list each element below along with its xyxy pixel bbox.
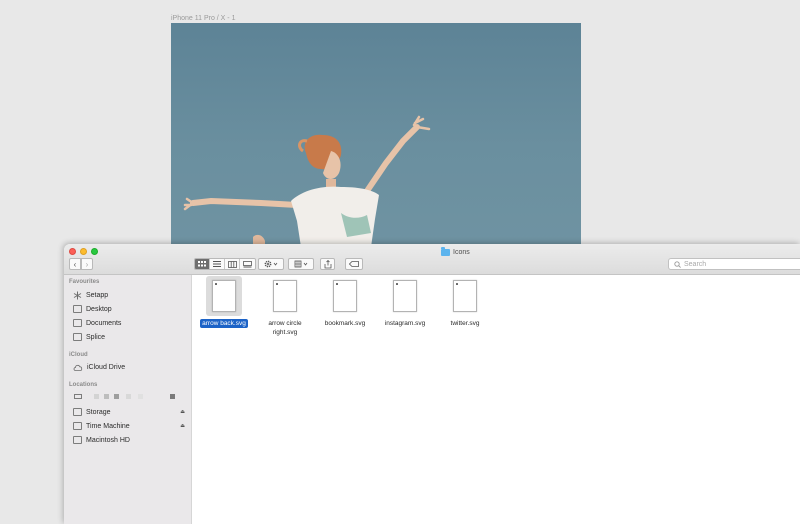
gallery-view-button[interactable] [240,259,255,269]
folder-icon [73,333,82,341]
sidebar-item-storage[interactable]: Storage ⏏ [73,406,188,418]
drive-icon [73,408,82,416]
view-mode-control[interactable] [194,258,256,270]
list-view-button[interactable] [210,259,225,269]
sidebar-item-splice[interactable]: Splice [73,331,188,343]
file-item[interactable]: arrow circle right.svg [255,276,315,337]
sidebar-item-label: Documents [86,319,122,327]
window-toolbar: Icons ‹ › Search [64,244,800,275]
file-item[interactable]: instagram.svg [375,276,435,328]
sidebar-item-label: iCloud Drive [87,363,126,371]
documents-folder-icon [73,319,82,327]
chevron-left-icon: ‹ [73,259,77,269]
sidebar-item-icloud-drive[interactable]: iCloud Drive [73,361,188,373]
folder-icon [441,247,450,256]
sidebar-item-label: Macintosh HD [86,436,130,444]
sidebar-heading-locations: Locations [69,382,98,388]
file-name: instagram.svg [384,320,426,327]
cloud-icon [73,364,83,371]
group-by-button[interactable] [288,258,314,270]
tags-button[interactable] [345,258,363,270]
dancer-photo [183,115,431,247]
sidebar-heading-favourites: Favourites [69,279,100,285]
search-icon [674,260,681,268]
sidebar-item-time-machine[interactable]: Time Machine ⏏ [73,420,188,432]
chevron-right-icon: › [85,259,89,269]
list-icon [213,261,221,267]
file-name: arrow circle right.svg [268,320,302,336]
sidebar-item-label: Splice [86,333,106,341]
minimize-button[interactable] [80,248,87,255]
drive-icon [73,422,82,430]
setapp-icon [73,291,82,299]
sidebar-item-documents[interactable]: Documents [73,317,188,329]
close-button[interactable] [69,248,76,255]
columns-icon [227,260,237,268]
forward-button[interactable]: › [81,258,93,270]
file-item[interactable]: bookmark.svg [315,276,375,328]
redacted-location[interactable] [74,393,184,401]
tag-icon [349,261,359,267]
artboard-photo[interactable] [171,23,581,247]
svg-file-icon [387,276,423,316]
grid-icon [198,261,206,267]
column-view-button[interactable] [225,259,240,269]
sidebar-item-desktop[interactable]: Desktop [73,303,188,315]
gallery-icon [243,260,252,267]
sidebar-item-label: Storage [86,408,111,416]
svg-file-icon [327,276,363,316]
finder-window[interactable]: Icons ‹ › Search Favourites Setapp Deskt… [64,244,800,524]
share-button[interactable] [320,258,335,270]
sidebar-item-label: Setapp [86,291,109,299]
artboard-label: iPhone 11 Pro / X - 1 [171,15,236,22]
svg-file-icon [267,276,303,316]
svg-file-icon [206,276,242,316]
file-item[interactable]: arrow back.svg [194,276,254,328]
sidebar: Favourites Setapp Desktop Documents Spli… [64,275,192,524]
sidebar-heading-icloud: iCloud [69,352,88,358]
zoom-button[interactable] [91,248,98,255]
sidebar-item-setapp[interactable]: Setapp [73,289,188,301]
eject-icon[interactable]: ⏏ [180,423,185,429]
file-name: twitter.svg [450,320,480,327]
search-placeholder: Search [684,260,707,268]
window-title: Icons [441,246,470,258]
back-button[interactable]: ‹ [69,258,81,270]
file-item[interactable]: twitter.svg [435,276,495,328]
file-browser-content[interactable]: arrow back.svg arrow circle right.svg bo… [193,275,800,524]
drive-icon [73,436,82,444]
sidebar-item-macintosh-hd[interactable]: Macintosh HD [73,434,188,446]
share-icon [324,259,331,268]
desktop-folder-icon [73,305,82,313]
action-menu-button[interactable] [258,258,284,270]
eject-icon[interactable]: ⏏ [180,409,185,415]
sidebar-item-label: Time Machine [86,422,130,430]
window-title-text: Icons [453,248,470,256]
icon-view-button[interactable] [195,259,210,269]
search-field[interactable]: Search [668,258,800,270]
sidebar-item-label: Desktop [86,305,112,313]
file-name: bookmark.svg [324,320,366,327]
svg-file-icon [447,276,483,316]
file-name: arrow back.svg [200,319,248,328]
gear-icon [264,260,278,268]
group-grid-icon [294,260,308,268]
